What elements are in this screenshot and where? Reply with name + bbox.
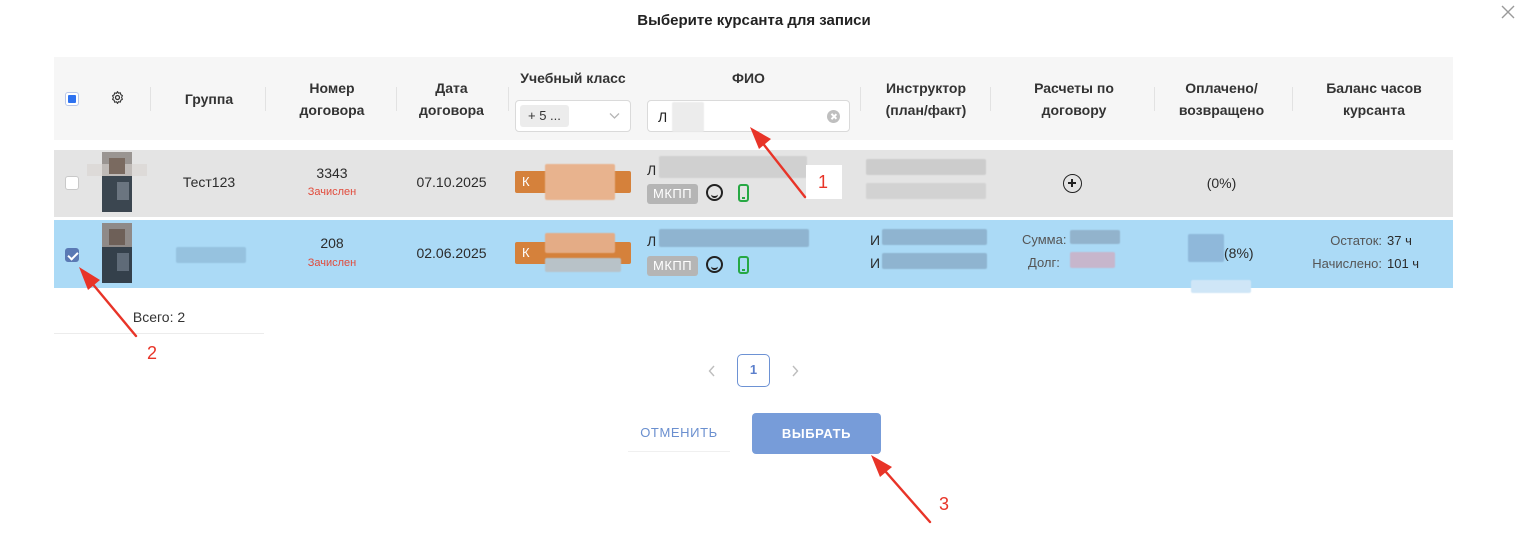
table-header: Группа Номер договора Дата договора Учеб… bbox=[54, 57, 1453, 140]
remaining-label: Остаток: bbox=[1330, 233, 1382, 248]
page-button[interactable]: 1 bbox=[737, 354, 770, 387]
classroom-label: К bbox=[522, 245, 530, 260]
select-all-checkbox[interactable] bbox=[65, 92, 79, 106]
table-row[interactable]: Тест123 3343 Зачислен 07.10.2025 К Л МКП… bbox=[54, 150, 1453, 217]
contract-number-cell: 208 bbox=[320, 235, 344, 251]
instructor-plan: И bbox=[870, 232, 881, 248]
contract-date-cell: 07.10.2025 bbox=[416, 174, 487, 190]
remaining-value: 37 ч bbox=[1387, 233, 1412, 248]
fio-filter-input[interactable] bbox=[647, 100, 850, 132]
col-paid: Оплачено/ возвращено bbox=[1178, 79, 1265, 118]
redacted-text bbox=[1070, 252, 1115, 268]
redacted-text bbox=[1070, 230, 1120, 244]
contract-number-cell: 3343 bbox=[316, 165, 348, 181]
classroom-label: К bbox=[522, 174, 530, 189]
redacted-text bbox=[882, 229, 987, 245]
classroom-filter-select[interactable]: + 5 ... bbox=[515, 100, 631, 132]
redacted-text bbox=[866, 183, 986, 199]
row-checkbox[interactable] bbox=[65, 248, 79, 262]
contract-date-cell: 02.06.2025 bbox=[416, 245, 487, 261]
row-checkbox[interactable] bbox=[65, 176, 79, 190]
accrued-value: 101 ч bbox=[1387, 256, 1420, 271]
total-label: Всего: 2 bbox=[132, 309, 186, 325]
redacted-text bbox=[1188, 234, 1224, 262]
sum-label: Сумма: bbox=[1022, 232, 1067, 247]
annotation-label-2: 2 bbox=[147, 343, 158, 363]
close-icon[interactable] bbox=[1499, 3, 1517, 21]
chevron-left-icon[interactable] bbox=[707, 364, 717, 378]
redacted-text bbox=[176, 247, 246, 263]
annotation-label-1: 1 bbox=[818, 172, 829, 192]
chevron-down-icon bbox=[609, 113, 620, 119]
col-group: Группа bbox=[184, 90, 234, 107]
modal-title: Выберите курсанта для записи bbox=[637, 12, 871, 29]
status-badge: Зачислен bbox=[307, 186, 357, 198]
col-payments: Расчеты по договору bbox=[1034, 79, 1114, 118]
col-contract-number: Номер договора bbox=[299, 79, 365, 118]
redacted-text bbox=[1191, 280, 1251, 293]
fio-cell[interactable]: Л bbox=[647, 162, 656, 178]
debt-label: Долг: bbox=[1028, 255, 1060, 270]
transmission-badge: МКПП bbox=[647, 184, 699, 204]
classroom-filter-tag: + 5 ... bbox=[520, 105, 569, 127]
pagination: 1 bbox=[0, 354, 1508, 388]
col-instructor: Инструктор (план/факт) bbox=[885, 79, 967, 118]
paid-cell: (0%) bbox=[1206, 175, 1237, 191]
total-count: Всего: 2 bbox=[54, 302, 264, 334]
transmission-badge: МКПП bbox=[647, 256, 699, 276]
status-badge: Зачислен bbox=[307, 257, 357, 269]
col-balance: Баланс часов курсанта bbox=[1326, 79, 1422, 118]
face-icon bbox=[706, 256, 723, 273]
redacted-text bbox=[545, 233, 615, 253]
face-icon bbox=[706, 184, 723, 201]
redacted-text bbox=[545, 164, 615, 200]
accrued-label: Начислено: bbox=[1312, 256, 1382, 271]
select-button[interactable]: ВЫБРАТЬ bbox=[752, 413, 881, 454]
redacted-text bbox=[672, 102, 704, 132]
paid-cell: (8%) bbox=[1224, 245, 1254, 261]
students-table: Группа Номер договора Дата договора Учеб… bbox=[54, 57, 1453, 339]
col-contract-date: Дата договора bbox=[419, 79, 484, 118]
redacted-text bbox=[659, 229, 809, 247]
clear-icon[interactable] bbox=[827, 110, 840, 123]
group-cell: Тест123 bbox=[182, 174, 236, 190]
gear-icon[interactable] bbox=[110, 90, 125, 105]
phone-icon bbox=[738, 256, 749, 274]
avatar bbox=[87, 152, 147, 212]
annotation-label-3: 3 bbox=[939, 494, 950, 514]
add-payment-icon[interactable] bbox=[1063, 174, 1082, 193]
redacted-text bbox=[545, 258, 621, 272]
cancel-button[interactable]: ОТМЕНИТЬ bbox=[628, 414, 730, 452]
redacted-text bbox=[659, 156, 807, 178]
table-row[interactable]: 208 Зачислен 02.06.2025 К Л МКПП И И Сум… bbox=[54, 220, 1453, 288]
phone-icon bbox=[738, 184, 749, 202]
redacted-text bbox=[866, 159, 986, 175]
redacted-text bbox=[882, 253, 987, 269]
instructor-fact: И bbox=[870, 255, 881, 271]
fio-cell[interactable]: Л bbox=[647, 233, 656, 249]
avatar bbox=[87, 223, 147, 283]
chevron-right-icon[interactable] bbox=[790, 364, 800, 378]
